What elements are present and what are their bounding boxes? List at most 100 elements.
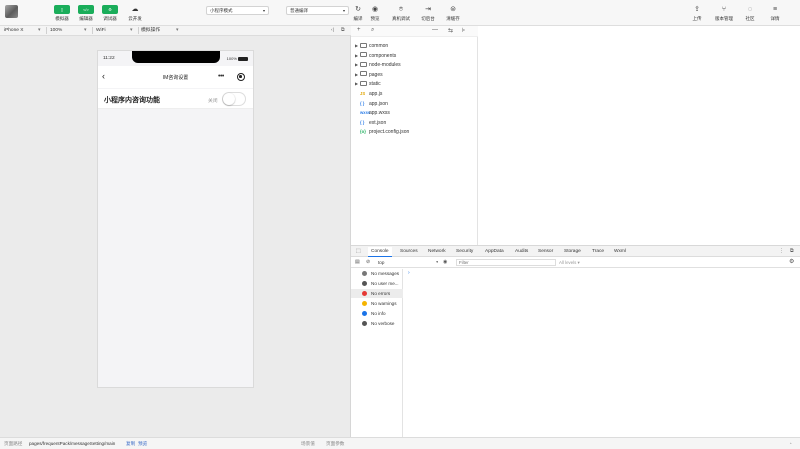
file-tree-label: components xyxy=(369,52,397,59)
tab-console[interactable]: Console xyxy=(368,247,392,257)
file-tree-item[interactable]: ▶ pages xyxy=(355,70,383,79)
explorer-toolbar: + ⌕ — ⇆ ⊧ xyxy=(351,26,478,37)
tab-security[interactable]: Security xyxy=(453,247,476,257)
devtools-panel: ⬚ Console Sources Network Security AppData Au… xyxy=(351,245,800,438)
tab-storage[interactable]: Storage xyxy=(561,247,584,257)
folder-icon xyxy=(360,52,367,58)
switch-background-icon: ⇥ xyxy=(425,6,431,13)
compile-button[interactable]: ↻ 编译 xyxy=(351,5,365,25)
nav-bar: ‹ IM咨询设置 ••• xyxy=(98,66,253,88)
details-button[interactable]: ≡ 详情 xyxy=(769,5,781,25)
version-button[interactable]: ⑂ 版本管理 xyxy=(712,5,736,25)
collapse-icon[interactable]: ‹| xyxy=(331,27,334,34)
device-debug-icon: ⌾ xyxy=(398,6,404,13)
console-filter-item[interactable]: No info xyxy=(351,309,403,318)
file-tree-item[interactable]: wxssapp.wxss xyxy=(355,108,390,117)
remote-debug-button[interactable]: ⌾ 真机调试 xyxy=(389,5,413,25)
compile-select[interactable]: 普通编译 ▾ xyxy=(286,6,349,15)
mode-select[interactable]: 小程序模式 ▾ xyxy=(206,6,269,15)
console-output[interactable]: › xyxy=(404,269,800,438)
context-select[interactable]: top ▾ xyxy=(378,259,438,266)
community-button[interactable]: ◌ 社区 xyxy=(744,5,756,25)
simulator-pane: iPhone X ▾ 100% ▾ WiFi ▾ 模拟操作 ▾ ‹| ⧉ 11:… xyxy=(0,26,351,437)
tab-trace[interactable]: Trace xyxy=(589,247,607,257)
close-target-icon[interactable] xyxy=(237,73,245,81)
log-levels-select[interactable]: All levels ▾ xyxy=(559,259,580,266)
console-filter-item[interactable]: No verbose xyxy=(351,319,403,328)
file-tree-item[interactable]: ▶ static xyxy=(355,79,381,88)
dock-icon[interactable]: ⧉ xyxy=(787,247,796,257)
simulator-label: 模拟器 xyxy=(55,16,69,21)
add-file-icon[interactable]: + xyxy=(357,27,361,33)
compile-select-value: 普通编译 xyxy=(290,8,308,13)
file-tree-item[interactable]: { } app.json xyxy=(355,99,388,108)
file-tree-item[interactable]: ▶ components xyxy=(355,51,396,60)
tab-sensor[interactable]: Sensor xyxy=(535,247,556,257)
level-icon xyxy=(362,310,367,316)
eye-icon[interactable]: ◉ xyxy=(443,259,447,265)
console-filter-item[interactable]: No warnings xyxy=(351,299,403,308)
search-icon[interactable]: ⌕ xyxy=(371,27,374,34)
avatar[interactable] xyxy=(5,5,18,18)
more-dots-icon[interactable]: ••• xyxy=(218,73,224,80)
tab-sources[interactable]: Sources xyxy=(397,247,421,257)
editor-toggle-button[interactable]: </> 编辑器 xyxy=(75,5,97,25)
more-vertical-icon[interactable]: ⋮ xyxy=(776,247,787,257)
collapse-all-icon[interactable]: — xyxy=(432,27,438,33)
preview-label: 预览 xyxy=(370,16,380,21)
tab-network[interactable]: Network xyxy=(425,247,449,257)
debugger-toggle-button[interactable]: ⚙ 调试器 xyxy=(99,5,121,25)
switch-knob xyxy=(223,93,235,105)
sidebar-toggle-icon[interactable]: ▤ xyxy=(355,259,360,265)
console-filter-bar: ▤ ⊘ top ▾ ◉ All levels ▾ ⚙ xyxy=(351,258,800,268)
notification-bell-icon[interactable]: ◔ xyxy=(789,438,792,449)
top-toolbar: ▯ 模拟器 </> 编辑器 ⚙ 调试器 ☁ 云开发 小程序模式 ▾ 普通编译 ▾… xyxy=(0,0,800,26)
page-params-button[interactable]: 页面参数 xyxy=(326,438,344,449)
detach-icon[interactable]: ⧉ xyxy=(341,27,344,34)
editor-area[interactable] xyxy=(478,26,800,245)
background-button[interactable]: ⇥ 切后台 xyxy=(418,5,438,25)
eye-icon: ◉ xyxy=(371,6,379,13)
preview-button[interactable]: ◉ 预览 xyxy=(368,5,382,25)
file-tree-label: app.json xyxy=(369,100,388,107)
gear-icon[interactable]: ⚙ xyxy=(789,258,794,265)
console-prompt[interactable]: › xyxy=(408,270,410,276)
setting-state: 关闭 xyxy=(208,99,218,104)
chevron-down-icon: ▾ xyxy=(262,8,265,13)
version-label: 版本管理 xyxy=(715,16,733,21)
tab-wxml[interactable]: Wxml xyxy=(611,247,629,257)
upload-label: 上传 xyxy=(692,16,702,21)
scene-button[interactable]: 场景值 xyxy=(301,438,315,449)
zoom-select[interactable]: 100% xyxy=(50,27,62,34)
js-file-icon: JS xyxy=(360,91,366,96)
console-filter-item[interactable]: No errors xyxy=(351,289,403,298)
file-tree-item[interactable]: {o} project.config.json xyxy=(355,127,409,136)
network-select[interactable]: WiFi xyxy=(96,27,106,34)
cloud-dev-button[interactable]: ☁ 云开发 xyxy=(124,5,146,25)
clear-console-icon[interactable]: ⊘ xyxy=(366,259,370,265)
status-bar: 页面路径 pages/frequentPack/messageSetting/m… xyxy=(0,437,800,449)
clear-cache-button[interactable]: ⊜ 清缓存 xyxy=(443,5,463,25)
file-tree-item[interactable]: JS app.js xyxy=(355,89,382,98)
console-filter-item[interactable]: No messages xyxy=(351,269,403,278)
sync-icon[interactable]: ⇆ xyxy=(448,27,453,34)
upload-button[interactable]: ⇪ 上传 xyxy=(690,5,704,25)
simulate-ops-select[interactable]: 模拟操作 xyxy=(141,27,160,34)
cloud-icon: ☁ xyxy=(131,6,139,13)
file-tree-item[interactable]: { } ext.json xyxy=(355,118,386,127)
console-filter-item[interactable]: No user me... xyxy=(351,279,403,288)
tab-audits[interactable]: Audits xyxy=(512,247,531,257)
console-filter-input[interactable] xyxy=(456,259,556,266)
file-tree-item[interactable]: ▶ node-modules xyxy=(355,60,401,69)
layout-icon[interactable]: ⊧ xyxy=(462,27,465,34)
preview-link[interactable]: 预览 xyxy=(138,438,147,449)
inspect-element-icon[interactable]: ⬚ xyxy=(353,247,364,257)
simulator-toggle-button[interactable]: ▯ 模拟器 xyxy=(51,5,73,25)
level-icon xyxy=(362,320,367,326)
device-select[interactable]: iPhone X xyxy=(4,27,23,34)
file-tree-item[interactable]: ▶ common xyxy=(355,41,388,50)
console-filter-label: No verbose xyxy=(371,321,395,326)
copy-path-link[interactable]: 复制 xyxy=(126,438,135,449)
consult-toggle-switch[interactable] xyxy=(222,92,246,106)
tab-appdata[interactable]: AppData xyxy=(482,247,507,257)
